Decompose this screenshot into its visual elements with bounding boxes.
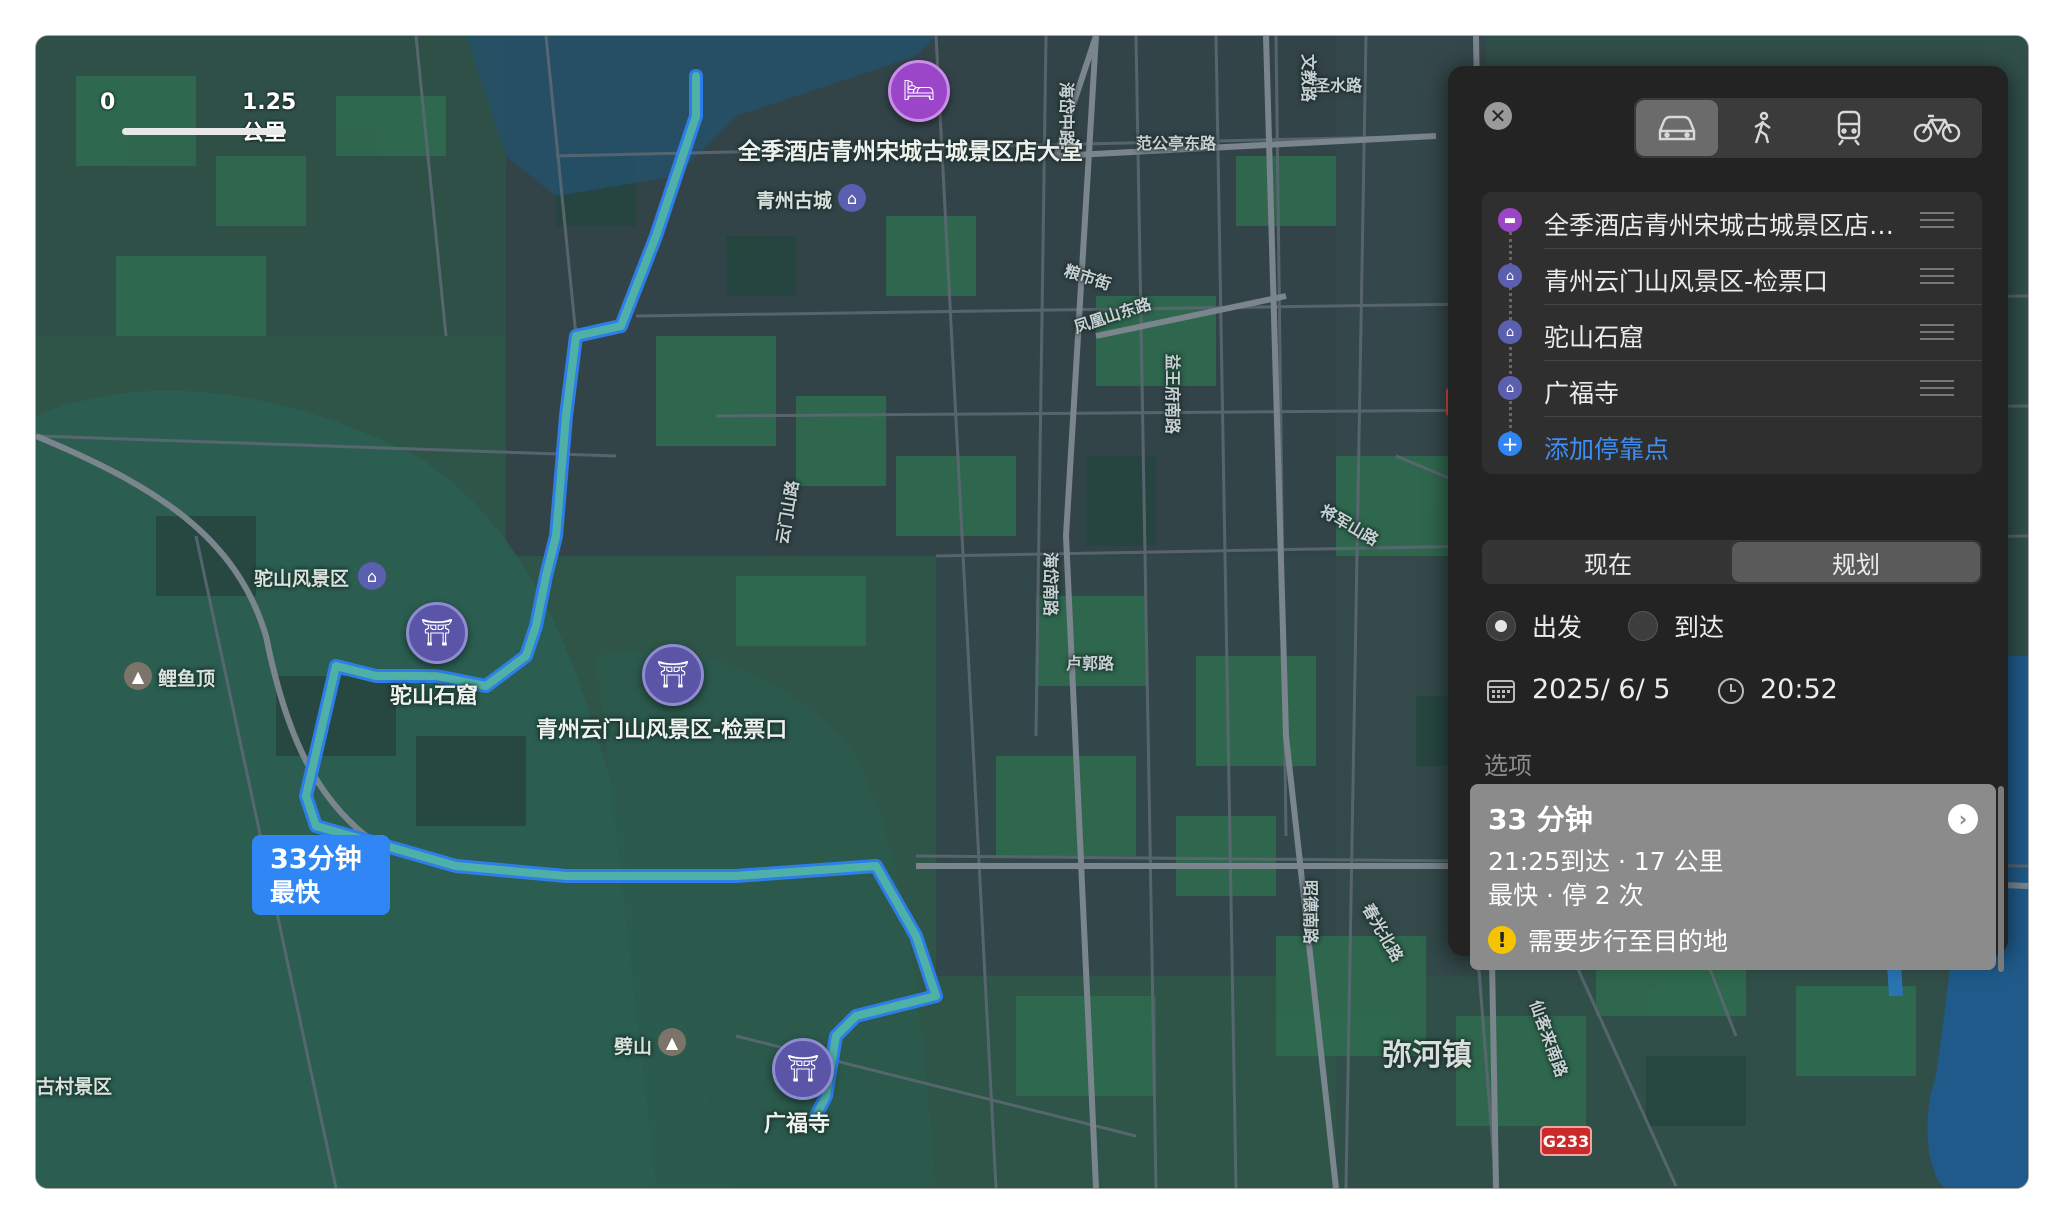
- label-pishan[interactable]: 劈山: [614, 1032, 652, 1059]
- add-stop-button[interactable]: + 添加停靠点: [1482, 416, 1982, 472]
- route-option-card[interactable]: 33 分钟 › 21:25到达 · 17 公里 最快 · 停 2 次 ! 需要步…: [1470, 784, 1996, 970]
- time-field[interactable]: 20:52: [1760, 674, 1838, 705]
- clock-icon: [1718, 678, 1744, 704]
- route-duration: 33 分钟: [1488, 803, 1593, 836]
- drag-handle-icon[interactable]: [1920, 380, 1954, 396]
- route-fastest: 最快: [270, 878, 321, 907]
- maps-window: 0 1.25 公里 🛏 全季酒店青州宋城古城景区店大堂 青州古城 ⌂ 驼山风景区…: [36, 36, 2028, 1188]
- tuoshan-grotto-pin[interactable]: ⛩: [406, 602, 468, 664]
- bed-icon: ▬: [1498, 208, 1522, 232]
- warning-text: 需要步行至目的地: [1528, 927, 1729, 956]
- stop-item[interactable]: ⌂ 驼山石窟: [1482, 304, 1982, 360]
- drag-handle-icon[interactable]: [1920, 268, 1954, 284]
- arrive-radio[interactable]: 到达: [1628, 608, 1724, 644]
- scale-zero: 0: [100, 90, 116, 115]
- scale-bar: [122, 128, 286, 135]
- label-village-scenic[interactable]: 古村景区: [36, 1072, 112, 1099]
- guangfu-temple-pin[interactable]: ⛩: [772, 1038, 834, 1100]
- road-label: 益王府南路: [1163, 353, 1183, 435]
- options-heading: 选项: [1484, 752, 1532, 780]
- stop-label: 驼山石窟: [1544, 323, 1645, 352]
- stop-label: 广福寺: [1544, 379, 1620, 408]
- bed-icon: 🛏: [902, 76, 936, 106]
- mode-walk-button[interactable]: [1722, 100, 1804, 156]
- segment-now[interactable]: 现在: [1484, 542, 1732, 582]
- route-time-badge[interactable]: 33分钟 最快: [252, 835, 390, 915]
- datetime-row: 2025/ 6/ 5 20:52: [1486, 670, 1986, 710]
- route-stops-list: ▬ 全季酒店青州宋城古城景区店… ⌂ 青州云门山风景区-检票口 ⌂ 驼山石窟 ⌂…: [1482, 192, 1982, 474]
- mode-car-button[interactable]: [1636, 100, 1718, 156]
- plus-icon: +: [1498, 432, 1522, 456]
- label-yunmen-gate[interactable]: 青州云门山风景区-检票口: [536, 712, 787, 744]
- stop-item[interactable]: ⌂ 广福寺: [1482, 360, 1982, 416]
- close-icon[interactable]: ✕: [1484, 102, 1512, 130]
- landmark-icon: ⛩: [656, 660, 690, 690]
- landmark-icon: ⌂: [1498, 264, 1522, 288]
- calendar-icon: [1487, 680, 1515, 703]
- road-label: 文教路: [1299, 53, 1319, 103]
- label-tuoshan-grotto[interactable]: 驼山石窟: [390, 678, 478, 710]
- walk-icon: [1754, 111, 1771, 144]
- depart-radio[interactable]: 出发: [1486, 608, 1582, 644]
- mode-transit-button[interactable]: [1808, 100, 1890, 156]
- mountain-icon: ▲: [658, 1028, 686, 1056]
- add-stop-label: 添加停靠点: [1544, 435, 1670, 464]
- highway-shield: G233: [1540, 1126, 1592, 1156]
- road-label: 范公亭东路: [1136, 134, 1217, 153]
- temple-icon: ⛩: [786, 1054, 820, 1084]
- label-tuoshan-scenic[interactable]: 驼山风景区: [254, 564, 349, 591]
- landmark-icon: ⛩: [420, 618, 454, 648]
- yunmen-gate-pin[interactable]: ⛩: [642, 644, 704, 706]
- road-label: 昭德南路: [1301, 879, 1321, 945]
- transport-mode-selector: [1634, 98, 1982, 158]
- stop-item[interactable]: ▬ 全季酒店青州宋城古城景区店…: [1482, 192, 1982, 248]
- bike-icon: [1913, 114, 1961, 143]
- panel-scrollbar[interactable]: [1998, 786, 2004, 972]
- road-label: 卢郭路: [1066, 654, 1115, 673]
- stop-label: 全季酒店青州宋城古城景区店…: [1544, 211, 1895, 240]
- radio-selected-icon: [1486, 611, 1516, 641]
- mountain-icon: ▲: [124, 662, 152, 690]
- date-field[interactable]: 2025/ 6/ 5: [1532, 674, 1670, 705]
- warning-icon: !: [1488, 926, 1516, 954]
- route-time: 33分钟: [270, 844, 362, 875]
- car-icon: [1658, 115, 1696, 141]
- label-liyu-peak[interactable]: 鲤鱼顶: [158, 664, 215, 691]
- stop-label: 青州云门山风景区-检票口: [1544, 267, 1829, 296]
- depart-label: 出发: [1532, 613, 1583, 642]
- chevron-right-icon[interactable]: ›: [1948, 804, 1978, 834]
- landmark-icon: ⌂: [358, 562, 386, 590]
- drag-handle-icon[interactable]: [1920, 324, 1954, 340]
- segment-plan[interactable]: 规划: [1732, 542, 1980, 582]
- label-guangfu-temple[interactable]: 广福寺: [764, 1106, 830, 1138]
- drag-handle-icon[interactable]: [1920, 212, 1954, 228]
- mode-bike-button[interactable]: [1896, 100, 1978, 156]
- time-mode-segmented-control: 现在 规划: [1482, 540, 1982, 584]
- stop-item[interactable]: ⌂ 青州云门山风景区-检票口: [1482, 248, 1982, 304]
- temple-icon: ⌂: [1498, 376, 1522, 400]
- landmark-icon: ⌂: [838, 184, 866, 212]
- road-label: 海岱南路: [1041, 551, 1061, 617]
- scale-distance: 1.25 公里: [242, 90, 297, 146]
- directions-panel: ✕ ▬ 全季酒店青州宋城古城景区店… ⌂ 青州云门山风景区-检票口 ⌂ 驼山石窟…: [1448, 66, 2008, 972]
- radio-unselected-icon: [1628, 611, 1658, 641]
- landmark-icon: ⌂: [1498, 320, 1522, 344]
- hotel-pin[interactable]: 🛏: [888, 60, 950, 122]
- label-hotel[interactable]: 全季酒店青州宋城古城景区店大堂: [738, 132, 1083, 166]
- arrive-label: 到达: [1674, 613, 1725, 642]
- route-summary: 最快 · 停 2 次: [1488, 881, 1644, 910]
- label-qingzhou-old-city[interactable]: 青州古城: [756, 186, 832, 213]
- train-icon: [1837, 110, 1861, 146]
- label-mihe-town[interactable]: 弥河镇: [1382, 1030, 1472, 1074]
- road-label: 海岱中路: [1057, 81, 1077, 147]
- route-warning: ! 需要步行至目的地: [1488, 922, 1728, 958]
- route-arrival: 21:25到达 · 17 公里: [1488, 847, 1724, 876]
